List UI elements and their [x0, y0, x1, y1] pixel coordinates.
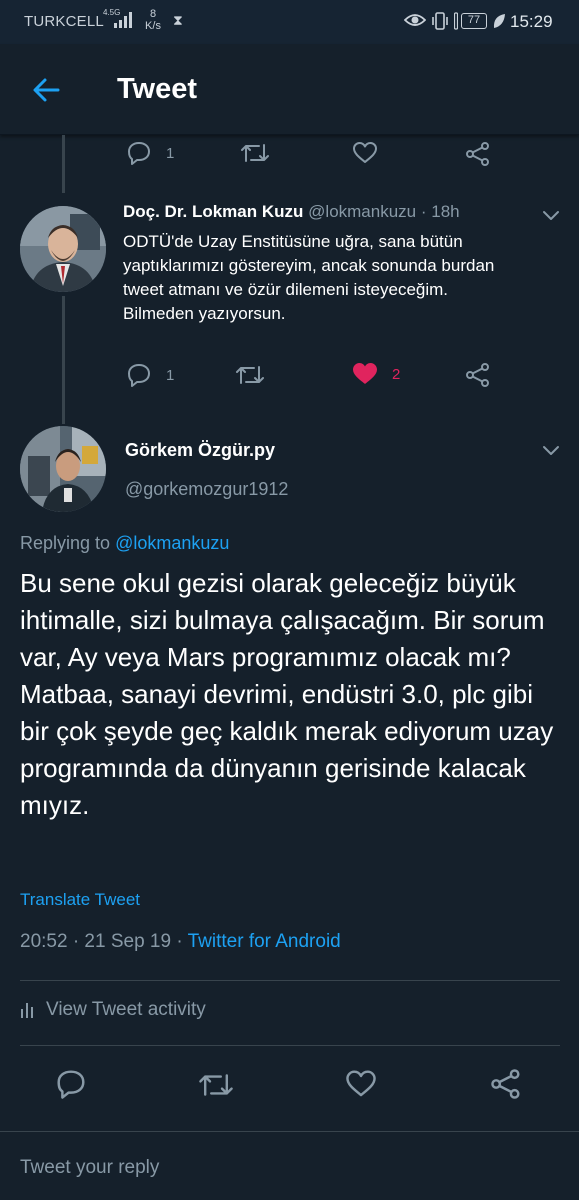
retweet-icon — [236, 366, 264, 384]
chevron-down-icon[interactable] — [540, 439, 562, 461]
share-button[interactable] — [465, 141, 491, 167]
carrier-label: TURKCELL — [24, 13, 104, 30]
tweet-time: · 18h — [420, 202, 460, 221]
thread-line — [62, 135, 65, 193]
avatar[interactable] — [20, 206, 106, 292]
eye-icon — [404, 14, 426, 26]
divider — [20, 1045, 560, 1046]
reply-count: 1 — [166, 144, 175, 162]
tweet-meta: 20:52 · 21 Sep 19 · Twitter for Android — [20, 931, 341, 953]
signal-icon — [114, 12, 132, 28]
page-title: Tweet — [117, 73, 198, 105]
like-button[interactable] — [352, 141, 378, 165]
reply-count: 1 — [166, 366, 175, 384]
share-button[interactable] — [490, 1068, 522, 1100]
view-activity-button[interactable]: View Tweet activity — [20, 999, 206, 1021]
share-icon — [466, 363, 489, 387]
replying-to: Replying to @lokmankuzu — [20, 533, 229, 554]
translate-tweet-link[interactable]: Translate Tweet — [20, 890, 140, 910]
app-header: Tweet — [0, 44, 579, 135]
tweet-timestamp: 20:52 · 21 Sep 19 · — [20, 931, 183, 952]
author-name[interactable]: Doç. Dr. Lokman Kuzu — [123, 202, 303, 221]
reply-icon — [128, 142, 150, 165]
reply-button[interactable]: 1 — [126, 140, 174, 166]
like-button[interactable] — [345, 1069, 377, 1099]
tweet-text: ODTÜ'de Uzay Enstitüsüne uğra, sana bütü… — [123, 232, 495, 323]
replying-prefix: Replying to — [20, 533, 111, 553]
activity-bars-icon — [21, 1003, 33, 1018]
avatar-image — [20, 206, 106, 292]
share-icon — [466, 142, 489, 166]
status-bar: TURKCELL 4.5G 8 K/s ⧗ 77 15:29 — [0, 0, 579, 44]
reply-author-line: Doç. Dr. Lokman Kuzu @lokmankuzu · 18h — [123, 202, 460, 222]
leaf-icon — [493, 14, 505, 28]
retweet-button[interactable] — [198, 1070, 234, 1100]
author-name[interactable]: Görkem Özgür.py — [125, 440, 275, 461]
author-handle[interactable]: @lokmankuzu — [308, 202, 416, 221]
network-speed: 8 K/s — [142, 8, 164, 32]
avatar[interactable] — [20, 426, 106, 512]
vibrate-icon — [432, 12, 448, 30]
reply-composer — [0, 1131, 579, 1200]
author-handle[interactable]: @gorkemozgur1912 — [125, 479, 288, 500]
retweet-button[interactable] — [235, 363, 265, 387]
clock: 15:29 — [510, 12, 553, 31]
share-icon — [491, 1069, 520, 1099]
reply-input[interactable] — [20, 1154, 560, 1182]
tweet-text: Bu sene okul gezisi olarak geleceğiz büy… — [20, 568, 554, 820]
retweet-icon — [199, 1074, 233, 1096]
hourglass-icon: ⧗ — [173, 12, 183, 28]
view-activity-label: View Tweet activity — [46, 999, 206, 1020]
divider — [20, 980, 560, 981]
replying-to-link[interactable]: @lokmankuzu — [115, 533, 229, 553]
avatar-image — [20, 426, 106, 512]
reply-icon — [57, 1070, 85, 1099]
reply-button[interactable]: 1 — [126, 362, 174, 388]
like-icon — [346, 1070, 376, 1097]
like-button[interactable]: 2 — [352, 362, 400, 386]
back-arrow-icon[interactable] — [30, 74, 62, 106]
like-filled-icon — [353, 363, 377, 384]
retweet-icon — [241, 144, 269, 162]
like-icon — [353, 142, 377, 163]
share-button[interactable] — [465, 362, 491, 388]
like-count: 2 — [392, 365, 401, 383]
reply-icon — [128, 364, 150, 387]
speed-value: 8 — [149, 8, 157, 20]
nfc-icon — [454, 12, 458, 30]
chevron-down-icon[interactable] — [540, 204, 562, 226]
speed-unit: K/s — [145, 20, 161, 32]
tweet-source-link[interactable]: Twitter for Android — [188, 931, 341, 952]
thread-line — [62, 296, 65, 424]
battery-indicator: 77 — [461, 13, 487, 29]
reply-button[interactable] — [55, 1068, 87, 1100]
retweet-button[interactable] — [240, 141, 270, 165]
